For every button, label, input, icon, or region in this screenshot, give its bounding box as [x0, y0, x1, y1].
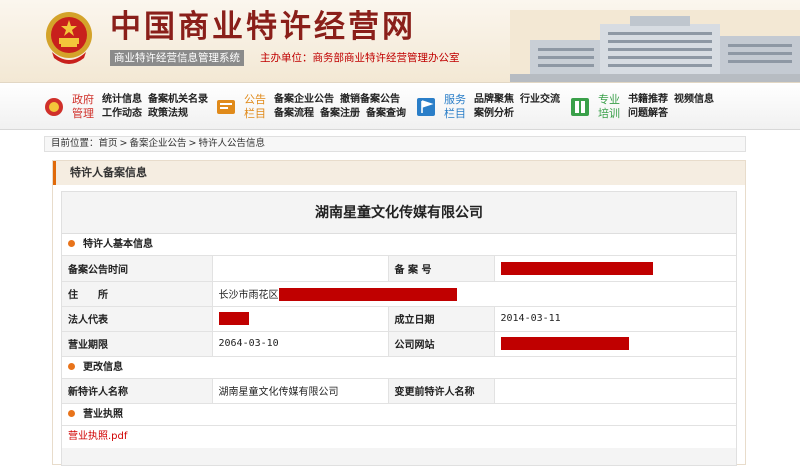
- breadcrumb-prefix: 目前位置：: [51, 138, 99, 149]
- nav-link-authority-list[interactable]: 备案机关名录: [148, 94, 208, 105]
- basic-info-table: 备案公告时间 备 案 号 住 所 长沙市雨花区 法人代表 成立日期 2014-0…: [62, 256, 736, 357]
- main-navigation: 政府 管理 统计信息 备案机关名录 工作动态 政策法规 公告 栏目 备案企业公告 撤销备案…: [0, 82, 800, 130]
- site-title: 中国商业特许经营网: [110, 9, 416, 45]
- breadcrumb-filed-companies[interactable]: 备案企业公告: [130, 138, 187, 149]
- nav-link-case-analysis[interactable]: 案例分析: [474, 108, 514, 119]
- table-row: 营业期限 2064-03-10 公司网站: [62, 331, 736, 357]
- nav-link-filing-query[interactable]: 备案查询: [366, 108, 406, 119]
- breadcrumb-current: 特许人公告信息: [198, 138, 265, 149]
- label-established: 成立日期: [388, 306, 495, 332]
- company-name: 湖南星童文化传媒有限公司: [62, 192, 736, 234]
- label-announce-time: 备案公告时间: [62, 256, 213, 282]
- nav-links-announcement: 备案企业公告 撤销备案公告 备案流程 备案注册 备案查询: [274, 93, 424, 121]
- bullet-dot-icon: [68, 240, 75, 247]
- value-term: 2064-03-10: [212, 331, 389, 357]
- nav-link-industry-exchange[interactable]: 行业交流: [520, 94, 560, 105]
- bulletin-icon: [217, 100, 235, 114]
- redaction-bar: [278, 288, 457, 302]
- value-established: 2014-03-11: [494, 306, 736, 332]
- flag-icon: [417, 98, 435, 116]
- section-change-info: 更改信息: [62, 356, 736, 379]
- value-announce-time: [212, 256, 389, 282]
- label-website: 公司网站: [388, 331, 495, 357]
- nav-link-work-news[interactable]: 工作动态: [102, 108, 142, 119]
- label-legal-rep: 法人代表: [62, 306, 213, 332]
- nav-title-training[interactable]: 专业 培训: [594, 93, 624, 121]
- bullet-dot-icon: [68, 362, 75, 370]
- site-header: 中国商业特许经营网 商业特许经营信息管理系统 主办单位：商务部商业特许经营管理办…: [0, 0, 800, 82]
- bullet-dot-icon: [68, 410, 75, 417]
- value-record-no: [494, 256, 736, 282]
- nav-link-statistics[interactable]: 统计信息: [102, 94, 142, 105]
- emblem-icon: [45, 98, 63, 116]
- label-record-no: 备 案 号: [388, 256, 495, 282]
- system-name: 商业特许经营信息管理系统: [110, 50, 244, 66]
- redaction-bar: [218, 312, 249, 325]
- label-term: 营业期限: [62, 331, 213, 357]
- filing-info-panel: 特许人备案信息 湖南星童文化传媒有限公司 特许人基本信息 备案公告时间 备 案 …: [52, 160, 746, 466]
- nav-group-training: 专业 培训 书籍推荐 视频信息 问题解答: [570, 89, 740, 125]
- value-old-name: [494, 378, 736, 404]
- value-new-name: 湖南星童文化传媒有限公司: [212, 378, 389, 404]
- nav-link-faq[interactable]: 问题解答: [628, 108, 668, 119]
- nav-link-policies[interactable]: 政策法规: [148, 108, 188, 119]
- label-address: 住 所: [62, 281, 213, 307]
- value-address: 长沙市雨花区: [212, 281, 736, 307]
- nav-group-announcement: 公告 栏目 备案企业公告 撤销备案公告 备案流程 备案注册 备案查询: [216, 89, 416, 125]
- panel-title: 特许人备案信息: [53, 161, 745, 185]
- change-info-table: 新特许人名称 湖南星童文化传媒有限公司 变更前特许人名称: [62, 378, 736, 404]
- nav-title-service[interactable]: 服务 栏目: [440, 93, 470, 121]
- table-row: 法人代表 成立日期 2014-03-11: [62, 306, 736, 332]
- host-organization: 主办单位：商务部商业特许经营管理办公室: [260, 52, 460, 64]
- value-legal-rep: [212, 306, 389, 332]
- value-website: [494, 331, 736, 357]
- table-row: 新特许人名称 湖南星童文化传媒有限公司 变更前特许人名称: [62, 378, 736, 404]
- nav-title-government[interactable]: 政府 管理: [68, 93, 98, 121]
- redaction-bar: [500, 337, 629, 350]
- breadcrumb: 目前位置：首页 > 备案企业公告 > 特许人公告信息: [44, 136, 746, 152]
- nav-links-training: 书籍推荐 视频信息 问题解答: [628, 93, 728, 121]
- label-new-name: 新特许人名称: [62, 378, 213, 404]
- nav-link-brand-focus[interactable]: 品牌聚焦: [474, 94, 514, 105]
- nav-link-video-info[interactable]: 视频信息: [674, 94, 714, 105]
- section-business-license: 营业执照: [62, 404, 736, 426]
- table-row: 备案公告时间 备 案 号: [62, 256, 736, 282]
- panel-body: 湖南星童文化传媒有限公司 特许人基本信息 备案公告时间 备 案 号 住 所 长沙…: [61, 191, 737, 466]
- table-row: 住 所 长沙市雨花区: [62, 281, 736, 307]
- building-banner-image: [510, 10, 800, 82]
- national-emblem-icon: [46, 12, 92, 64]
- nav-link-revoked-filings[interactable]: 撤销备案公告: [340, 94, 400, 105]
- nav-group-service: 服务 栏目 品牌聚焦 行业交流 案例分析: [416, 89, 576, 125]
- book-icon: [571, 98, 589, 116]
- license-file-link[interactable]: 营业执照.pdf: [62, 426, 736, 448]
- nav-links-service: 品牌聚焦 行业交流 案例分析: [474, 93, 574, 121]
- redaction-bar: [500, 261, 653, 275]
- nav-link-book-recommend[interactable]: 书籍推荐: [628, 94, 668, 105]
- nav-title-announcement[interactable]: 公告 栏目: [240, 93, 270, 121]
- label-old-name: 变更前特许人名称: [388, 378, 495, 404]
- section-basic-info: 特许人基本信息: [62, 234, 736, 256]
- nav-group-government: 政府 管理 统计信息 备案机关名录 工作动态 政策法规: [44, 89, 224, 125]
- nav-link-filing-process[interactable]: 备案流程: [274, 108, 314, 119]
- nav-link-filed-companies[interactable]: 备案企业公告: [274, 94, 334, 105]
- nav-link-filing-register[interactable]: 备案注册: [320, 108, 360, 119]
- breadcrumb-home[interactable]: 首页: [99, 138, 118, 149]
